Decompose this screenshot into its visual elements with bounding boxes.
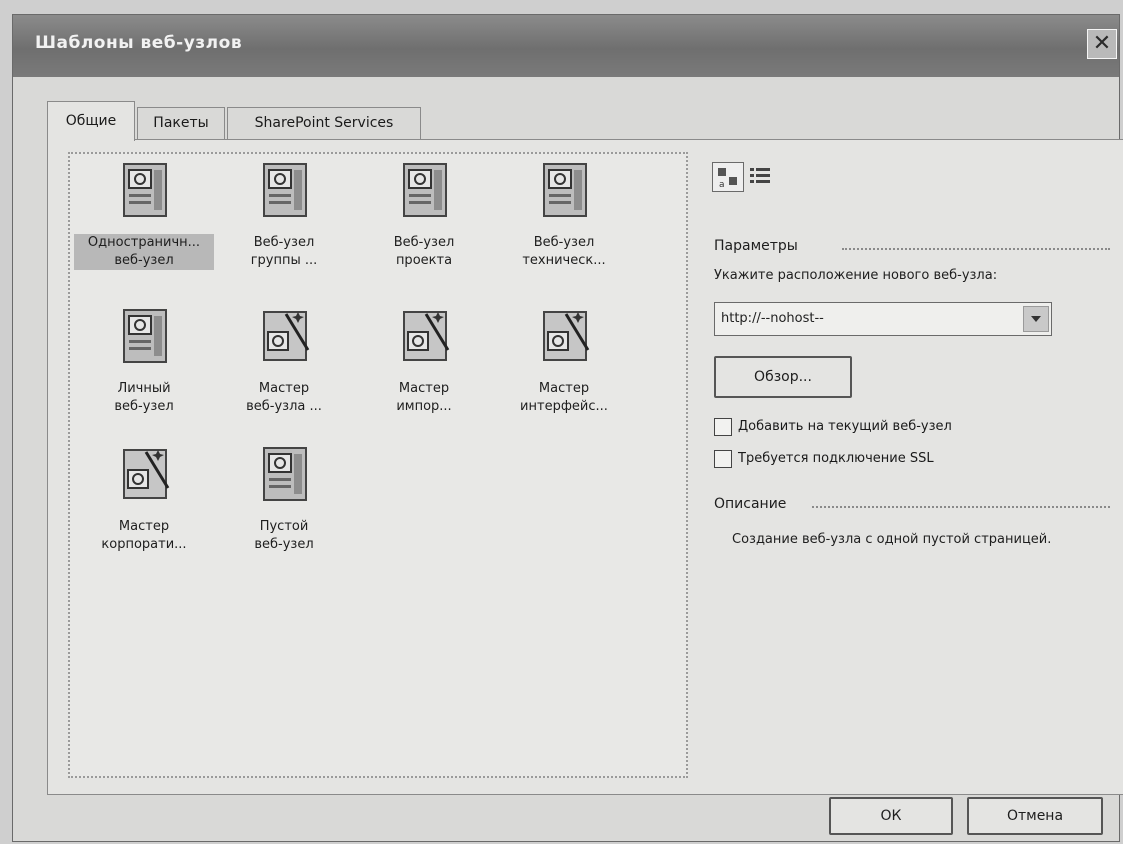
browse-button-label: Обзор... [754,369,812,385]
template-tile[interactable]: Веб-узел проекта [354,160,494,300]
template-tile-label: Пустой веб-узел [214,518,354,554]
web-page-icon [118,306,172,366]
list-view-icon [750,168,770,183]
options-divider [842,248,1110,250]
description-heading: Описание [714,496,787,512]
wizard-icon [118,444,172,504]
ok-button-label: ОК [880,808,902,824]
title-bar[interactable]: Шаблоны веб-узлов ✕ [13,15,1119,77]
wizard-icon [398,306,452,366]
location-value: http://--nohost-- [721,311,824,326]
web-page-icon [258,444,312,504]
chevron-down-icon [1031,316,1041,322]
template-tile-label-line1: Одностраничн... [87,235,201,250]
cancel-button[interactable]: Отмена [967,797,1103,835]
template-tile[interactable]: Веб-узел техническ... [494,160,634,300]
tab-packages[interactable]: Пакеты [137,107,225,139]
location-dropdown-button[interactable] [1023,306,1049,332]
tab-sharepoint-services[interactable]: SharePoint Services [227,107,421,139]
template-tile-label-line1: Веб-узел [253,235,315,250]
web-page-icon [538,160,592,220]
add-to-current-option[interactable]: Добавить на текущий веб-узел [714,416,1054,440]
template-tile[interactable]: Мастер корпорати... [74,444,214,584]
description-divider [812,506,1110,508]
template-tile-label-line2: импор... [396,399,452,414]
browse-button[interactable]: Обзор... [714,356,852,398]
template-tile-label-line1: Личный [117,381,171,396]
template-tile-label: Веб-узел техническ... [494,234,634,270]
template-tile-label-line2: веб-узла ... [246,399,322,414]
tab-general-label: Общие [65,113,117,129]
svg-text:a: a [719,180,725,190]
close-icon: ✕ [1092,31,1112,56]
template-tile-label: Мастер веб-узла ... [214,380,354,416]
template-tile-label-line2: веб-узел [114,399,174,414]
list-view-button[interactable] [746,162,778,192]
web-page-icon [398,160,452,220]
template-tile[interactable]: Мастер веб-узла ... [214,306,354,446]
close-button[interactable]: ✕ [1087,29,1117,59]
description-text: Создание веб-узла с одной пустой страниц… [732,532,1052,547]
web-page-icon [258,160,312,220]
template-tile-label: Мастер корпорати... [74,518,214,554]
templates-dialog: Шаблоны веб-узлов ✕ Общие Пакеты SharePo… [12,14,1123,842]
template-tile[interactable]: Мастер импор... [354,306,494,446]
template-tile[interactable]: Одностраничн... веб-узел [74,160,214,300]
ssl-option[interactable]: Требуется подключение SSL [714,448,1054,472]
template-tile[interactable]: Мастер интерфейс... [494,306,634,446]
template-tile-label-line2: веб-узел [254,537,314,552]
template-tile-label-line2: интерфейс... [520,399,608,414]
template-tile-label-line1: Мастер [538,381,590,396]
template-tile[interactable]: Веб-узел группы ... [214,160,354,300]
template-tile-label-line1: Пустой [259,519,309,534]
location-label: Укажите расположение нового веб-узла: [714,268,998,283]
template-tile-label: Веб-узел группы ... [214,234,354,270]
web-page-icon [118,160,172,220]
template-tile-label: Личный веб-узел [74,380,214,416]
wizard-icon [538,306,592,366]
tab-general[interactable]: Общие [47,101,135,141]
window-title: Шаблоны веб-узлов [35,33,243,53]
ok-button[interactable]: ОК [829,797,953,835]
template-tile-label-line1: Веб-узел [393,235,455,250]
template-tile-label-line2: корпорати... [101,537,187,552]
template-tile-label-line2: группы ... [250,253,318,268]
template-tile[interactable]: Пустой веб-узел [214,444,354,584]
template-tile-label: Веб-узел проекта [354,234,494,270]
tab-sharepoint-label: SharePoint Services [254,115,394,131]
large-icons-view-icon: a [718,168,737,190]
view-toggle: a [712,160,802,196]
template-tile-label-line1: Веб-узел [533,235,595,250]
template-tile-label-line2: веб-узел [114,253,174,268]
template-tile-label: Мастер интерфейс... [494,380,634,416]
cancel-button-label: Отмена [1006,808,1064,824]
template-tile-label-line2: проекта [395,253,453,268]
template-tile-label-line1: Мастер [398,381,450,396]
template-tile-label: Одностраничн... веб-узел [74,234,214,270]
options-heading: Параметры [714,238,798,254]
template-tile-label-line1: Мастер [118,519,170,534]
add-to-current-label: Добавить на текущий веб-узел [738,419,952,434]
template-tile-label-line1: Мастер [258,381,310,396]
template-list[interactable]: Одностраничн... веб-узел Веб-узел группы ..… [68,152,688,778]
wizard-icon [258,306,312,366]
add-to-current-checkbox[interactable] [714,418,732,436]
location-combobox[interactable]: http://--nohost-- [714,302,1052,336]
template-tile-label: Мастер импор... [354,380,494,416]
template-tile-label-line2: техническ... [522,253,606,268]
tab-packages-label: Пакеты [153,115,209,131]
template-tile[interactable]: Личный веб-узел [74,306,214,446]
large-icons-view-button[interactable]: a [712,162,744,192]
tab-panel-general: Одностраничн... веб-узел Веб-узел группы ..… [47,139,1123,795]
ssl-label: Требуется подключение SSL [738,451,934,466]
ssl-checkbox[interactable] [714,450,732,468]
